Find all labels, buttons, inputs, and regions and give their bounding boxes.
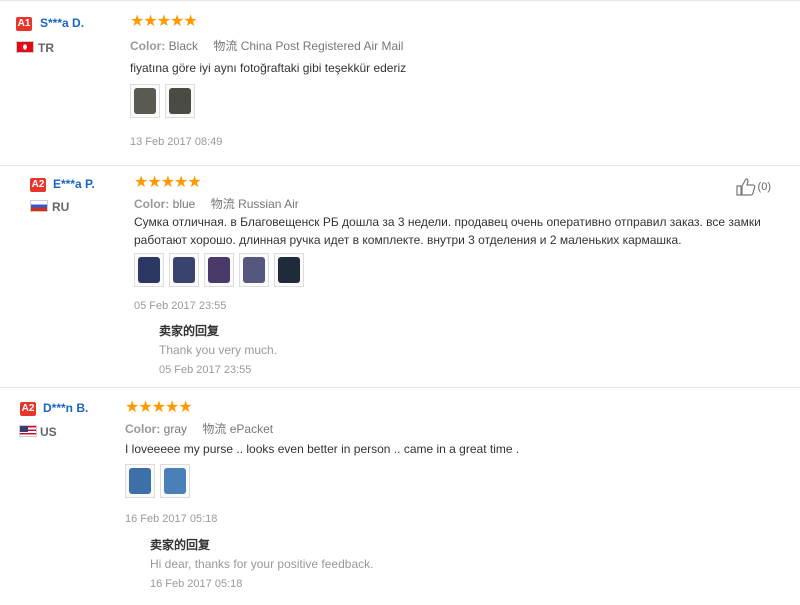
buyer-level-badge: A1 — [16, 17, 32, 31]
review-photo-thumb[interactable] — [165, 84, 195, 118]
logistics-value: Russian Air — [238, 197, 299, 211]
buyer-name[interactable]: D***n B. — [43, 401, 88, 415]
review-text: fiyatına göre iyi aynı fotoğraftaki gibi… — [130, 61, 407, 75]
review-photo-thumb[interactable] — [130, 84, 160, 118]
country-flag-icon — [19, 425, 37, 437]
review-date: 05 Feb 2017 23:55 — [134, 300, 227, 312]
logistics-label: 物流 — [202, 422, 227, 436]
logistics-label: 物流 — [210, 197, 235, 211]
seller-reply-title: 卖家的回复 — [159, 324, 220, 338]
logistics-value: ePacket — [229, 422, 274, 436]
review-text: Сумка отличная. в Благовещенск РБ дошла … — [134, 215, 761, 247]
country-flag-icon — [30, 200, 48, 212]
review-photo-thumb[interactable] — [134, 253, 164, 287]
review-photo-thumb[interactable] — [125, 464, 155, 498]
order-attributes: Color: Black 物流 China Post Registered Ai… — [130, 37, 403, 54]
review-item: A2 E***a P. RU ★★★★★ (0) Color: blue 物流 … — [0, 165, 800, 388]
country-flag-icon — [16, 41, 34, 53]
review-item: A1 S***a D. TR ★★★★★ Color: Black 物流 Chi… — [0, 0, 800, 166]
review-photos — [125, 464, 190, 498]
seller-reply-text: Hi dear, thanks for your positive feedba… — [150, 557, 374, 571]
order-attributes: Color: gray 物流 ePacket — [125, 420, 273, 437]
color-value: Black — [168, 39, 199, 53]
seller-reply-text: Thank you very much. — [159, 343, 278, 357]
review-item: A2 D***n B. US ★★★★★ Color: gray 物流 ePac… — [0, 388, 800, 605]
logistics-label: 物流 — [213, 39, 238, 53]
like-button[interactable]: (0) — [735, 178, 771, 196]
rating-stars: ★★★★★ — [134, 174, 202, 191]
buyer-name[interactable]: S***a D. — [40, 16, 84, 30]
logistics-value: China Post Registered Air Mail — [240, 39, 404, 53]
color-value: blue — [172, 197, 196, 211]
buyer-name[interactable]: E***a P. — [53, 177, 95, 191]
review-photo-thumb[interactable] — [204, 253, 234, 287]
color-label: Color: — [125, 422, 161, 436]
rating-stars: ★★★★★ — [130, 13, 198, 30]
review-date: 13 Feb 2017 08:49 — [130, 136, 223, 148]
seller-reply-date: 16 Feb 2017 05:18 — [150, 578, 243, 590]
buyer-country: US — [40, 425, 57, 439]
color-label: Color: — [130, 39, 166, 53]
review-photo-thumb[interactable] — [274, 253, 304, 287]
color-value: gray — [163, 422, 188, 436]
buyer-level-badge: A2 — [30, 178, 46, 192]
review-photo-thumb[interactable] — [169, 253, 199, 287]
rating-stars: ★★★★★ — [125, 399, 193, 416]
thumbs-up-icon — [735, 178, 755, 196]
review-photo-thumb[interactable] — [160, 464, 190, 498]
seller-reply-date: 05 Feb 2017 23:55 — [159, 364, 252, 376]
color-label: Color: — [134, 197, 170, 211]
review-photo-thumb[interactable] — [239, 253, 269, 287]
review-date: 16 Feb 2017 05:18 — [125, 513, 218, 525]
buyer-country: RU — [52, 200, 70, 214]
review-text: I loveeeee my purse .. looks even better… — [125, 442, 520, 456]
buyer-country: TR — [38, 41, 54, 55]
order-attributes: Color: blue 物流 Russian Air — [134, 195, 299, 212]
review-photos — [130, 84, 195, 118]
like-count: (0) — [757, 181, 771, 193]
buyer-level-badge: A2 — [20, 402, 36, 416]
review-photos — [134, 253, 304, 287]
seller-reply-title: 卖家的回复 — [150, 538, 211, 552]
